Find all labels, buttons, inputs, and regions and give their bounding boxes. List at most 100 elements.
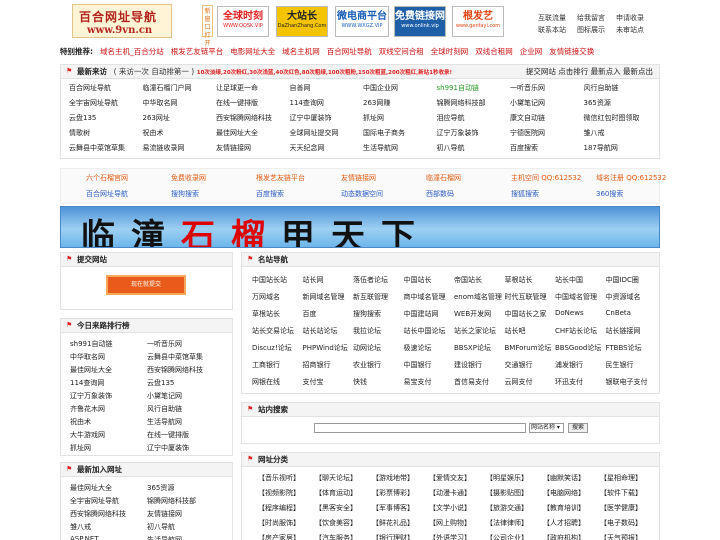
famous-site-link[interactable]: 草根站长 [252,309,280,319]
latest-visit-link[interactable]: 一听音乐网 [510,83,545,93]
famous-site-link[interactable]: 中国站长 [404,275,432,285]
promo-banner[interactable]: 临潼石榴甲天下 [60,206,660,248]
famous-site-link[interactable]: 商中域名管理 [404,292,446,302]
ranking-item[interactable]: 祝由术 [70,417,91,427]
latest-visit-link[interactable]: 雏八戒 [584,128,605,138]
partner-link[interactable]: 360搜索 [596,189,623,199]
newest-item[interactable]: 最佳网址大全 [70,483,112,493]
category-link[interactable]: 【公司企业】 [486,533,528,540]
latest-visit-link[interactable]: 263网址 [143,113,170,123]
category-link[interactable]: 【星相命理】 [600,473,642,483]
category-link[interactable]: 【天气预报】 [600,533,642,540]
famous-site-link[interactable]: 民生银行 [606,360,634,370]
latest-visit-link[interactable]: 263网赚 [363,98,390,108]
category-link[interactable]: 【彩票博彩】 [372,488,414,498]
latest-visit-link[interactable]: 西安锦腾网络科技 [216,113,272,123]
famous-site-link[interactable]: 万网域名 [252,292,280,302]
partner-link[interactable]: 根发艺友链平台 [256,173,305,183]
ranking-item[interactable]: sh991自动链 [70,339,112,349]
ranking-item[interactable]: 大牛游戏网 [70,430,105,440]
top-link-unreviewed[interactable]: 未审站点 [616,25,644,35]
latest-visit-link[interactable]: 云舞县中菜馆草集 [69,143,125,153]
category-link[interactable]: 【旅游交通】 [486,503,528,513]
ranking-item[interactable]: 最佳网址大全 [70,365,112,375]
recommend-link[interactable]: 友情链接交换 [549,47,594,56]
famous-site-link[interactable]: 中国IDC圈 [606,275,639,285]
newest-item[interactable]: 雏八戒 [70,522,91,532]
ranking-item[interactable]: 抓址网 [70,443,91,453]
category-link[interactable]: 【网上购物】 [429,518,471,528]
latest-visit-link[interactable]: 风行自助链 [584,83,619,93]
latest-visit-link[interactable]: 抓址网 [363,113,384,123]
famous-site-link[interactable]: 网银在线 [252,377,280,387]
category-link[interactable]: 【外语学习】 [429,533,471,540]
category-link[interactable]: 【程序编程】 [258,503,300,513]
famous-site-link[interactable]: 新互联管理 [353,292,388,302]
newest-item[interactable]: 友情链接网 [147,509,182,519]
famous-site-link[interactable]: 中国建站网 [404,309,439,319]
partner-link[interactable]: 西部数码 [426,189,454,199]
ranking-item[interactable]: 一听音乐网 [147,339,182,349]
latest-visit-link[interactable]: 生活导航网 [363,143,398,153]
famous-site-link[interactable]: 站长链接网 [606,326,641,336]
partner-link[interactable]: 域名注册 QQ:612532 [596,173,666,183]
category-link[interactable]: 【银行理财】 [372,533,414,540]
famous-site-link[interactable]: DoNews [555,309,584,317]
category-link[interactable]: 【法律律师】 [486,518,528,528]
famous-site-link[interactable]: 草根站长 [505,275,533,285]
famous-site-link[interactable]: BMForum论坛 [505,343,552,353]
newest-item[interactable]: 锦腾网络科技部 [147,496,196,506]
tab-latest-out[interactable]: 最新点出 [623,67,653,76]
latest-visit-link[interactable]: 让足球更一命 [216,83,258,93]
top-link-icons[interactable]: 图标展示 [577,25,605,35]
ranking-item[interactable]: 辽宁中厦装饰 [147,443,189,453]
famous-site-link[interactable]: 中资源域名 [606,292,641,302]
famous-site-link[interactable]: 招商银行 [303,360,331,370]
top-link-apply[interactable]: 申请收录 [616,13,644,23]
search-button[interactable]: 搜索 [568,423,588,433]
latest-visit-link[interactable]: 云盘135 [69,113,96,123]
submit-now-button[interactable]: 现在就提交 [106,275,186,295]
ranking-item[interactable]: 中华取名网 [70,352,105,362]
latest-visit-link[interactable]: 中国企业网 [363,83,398,93]
latest-visit-link[interactable]: 小黛笔记网 [510,98,545,108]
partner-link[interactable]: 动态数据空间 [341,189,383,199]
famous-site-link[interactable]: FTBBS论坛 [606,343,642,353]
recommend-link[interactable]: 域名主机网 [282,47,320,56]
famous-site-link[interactable]: 银联电子支付 [606,377,648,387]
latest-visit-link[interactable]: 187导航网 [584,143,618,153]
category-link[interactable]: 【饮食美容】 [315,518,357,528]
newest-item[interactable]: ASP.NET [70,535,99,540]
famous-site-link[interactable]: 站长之家论坛 [454,326,496,336]
latest-visit-link[interactable]: 在线一键排版 [216,98,258,108]
famous-site-link[interactable]: 中国站长之家 [505,309,547,319]
category-link[interactable]: 【电子数码】 [600,518,642,528]
category-link[interactable]: 【动漫卡通】 [429,488,471,498]
category-link[interactable]: 【摄影贴图】 [486,488,528,498]
ad-banner-2[interactable]: 大站长 DaZhanZhang.Com [276,6,328,37]
latest-visit-link[interactable]: 辽宁万象装饰 [437,128,479,138]
ad-banner-4[interactable]: 免费链接网 www.onlink.vip [394,6,446,37]
latest-visit-link[interactable]: 国际电子商务 [363,128,405,138]
recommend-link[interactable]: 根发艺友链平台 [171,47,224,56]
ranking-item[interactable]: 西安锦腾网络科技 [147,365,203,375]
category-link[interactable]: 【军事博客】 [372,503,414,513]
category-link[interactable]: 【汽车服务】 [315,533,357,540]
latest-visit-link[interactable]: 祝由术 [143,128,164,138]
latest-visit-link[interactable]: 自善网 [290,83,311,93]
category-link[interactable]: 【音乐视听】 [258,473,300,483]
ranking-item[interactable]: 风行自助链 [147,404,182,414]
latest-visit-link[interactable]: 天天纪念网 [290,143,325,153]
famous-site-link[interactable]: 快钱 [353,377,367,387]
famous-site-link[interactable]: 站长网 [303,275,324,285]
famous-site-link[interactable]: BBSXP论坛 [454,343,491,353]
famous-site-link[interactable]: 易宝支付 [404,377,432,387]
category-link[interactable]: 【幽默笑话】 [543,473,585,483]
ad-banner-5[interactable]: 根发艺 www.genfayi.com [452,6,504,37]
ranking-item[interactable]: 小黛笔记网 [147,391,182,401]
recommend-link[interactable]: 全球时刻网 [431,47,469,56]
latest-visit-link[interactable]: 全球网址提交网 [290,128,339,138]
partner-link[interactable]: 百合网址导航 [86,189,128,199]
ranking-item[interactable]: 云盘135 [147,378,174,388]
famous-site-link[interactable]: BBSGood论坛 [555,343,601,353]
